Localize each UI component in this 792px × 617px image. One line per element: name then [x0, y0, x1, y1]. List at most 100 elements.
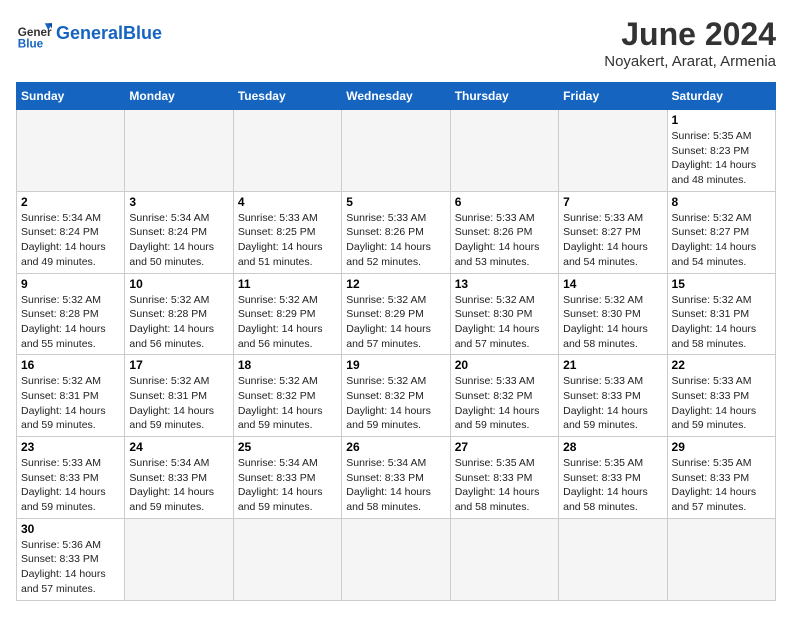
day-cell: 28Sunrise: 5:35 AM Sunset: 8:33 PM Dayli… [559, 437, 667, 519]
day-number: 20 [455, 358, 554, 372]
day-number: 10 [129, 277, 228, 291]
day-number: 16 [21, 358, 120, 372]
day-info: Sunrise: 5:33 AM Sunset: 8:25 PM Dayligh… [238, 211, 337, 270]
day-cell: 5 Sunrise: 5:33 AM Sunset: 8:26 PM Daylig… [342, 191, 450, 273]
day-number: 1 [672, 113, 771, 127]
day-number: 22 [672, 358, 771, 372]
day-cell: 27Sunrise: 5:35 AM Sunset: 8:33 PM Dayli… [450, 437, 558, 519]
calendar-subtitle: Noyakert, Ararat, Armenia [604, 53, 776, 70]
day-number: 11 [238, 277, 337, 291]
day-number: 8 [672, 195, 771, 209]
day-info: Sunrise: 5:32 AM Sunset: 8:31 PM Dayligh… [672, 293, 771, 352]
day-cell [125, 110, 233, 192]
weekday-header-wednesday: Wednesday [342, 83, 450, 110]
day-number: 19 [346, 358, 445, 372]
day-number: 27 [455, 440, 554, 454]
day-cell: 14 Sunrise: 5:32 AM Sunset: 8:30 PM Dayli… [559, 273, 667, 355]
day-info: Sunrise: 5:34 AM Sunset: 8:24 PM Dayligh… [129, 211, 228, 270]
day-info: Sunrise: 5:32 AM Sunset: 8:32 PM Dayligh… [238, 374, 337, 433]
weekday-header-monday: Monday [125, 83, 233, 110]
logo: General Blue GeneralBlue [16, 16, 162, 52]
day-cell: 22Sunrise: 5:33 AM Sunset: 8:33 PM Dayli… [667, 355, 775, 437]
day-cell: 2Sunrise: 5:34 AM Sunset: 8:24 PM Daylig… [17, 191, 125, 273]
day-number: 9 [21, 277, 120, 291]
day-number: 26 [346, 440, 445, 454]
day-info: Sunrise: 5:32 AM Sunset: 8:32 PM Dayligh… [346, 374, 445, 433]
day-number: 24 [129, 440, 228, 454]
calendar-header: SundayMondayTuesdayWednesdayThursdayFrid… [17, 83, 776, 110]
day-cell: 10 Sunrise: 5:32 AM Sunset: 8:28 PM Dayli… [125, 273, 233, 355]
weekday-header-tuesday: Tuesday [233, 83, 341, 110]
day-cell: 24Sunrise: 5:34 AM Sunset: 8:33 PM Dayli… [125, 437, 233, 519]
day-number: 21 [563, 358, 662, 372]
logo-text: GeneralBlue [56, 24, 162, 44]
day-number: 23 [21, 440, 120, 454]
day-info: Sunrise: 5:32 AM Sunset: 8:28 PM Dayligh… [129, 293, 228, 352]
day-info: Sunrise: 5:34 AM Sunset: 8:33 PM Dayligh… [238, 456, 337, 515]
day-cell: 30 Sunrise: 5:36 AM Sunset: 8:33 PM Dayli… [17, 518, 125, 600]
logo-blue: Blue [123, 23, 162, 43]
calendar-body: 1 Sunrise: 5:35 AM Sunset: 8:23 PM Daylig… [17, 110, 776, 601]
day-info: Sunrise: 5:32 AM Sunset: 8:30 PM Dayligh… [563, 293, 662, 352]
day-info: Sunrise: 5:32 AM Sunset: 8:31 PM Dayligh… [21, 374, 120, 433]
day-number: 18 [238, 358, 337, 372]
week-row-4: 23 Sunrise: 5:33 AM Sunset: 8:33 PM Dayli… [17, 437, 776, 519]
day-info: Sunrise: 5:35 AM Sunset: 8:33 PM Dayligh… [563, 456, 662, 515]
day-info: Sunrise: 5:34 AM Sunset: 8:24 PM Dayligh… [21, 211, 120, 270]
day-cell: 18 Sunrise: 5:32 AM Sunset: 8:32 PM Dayli… [233, 355, 341, 437]
svg-text:Blue: Blue [18, 38, 44, 51]
day-info: Sunrise: 5:36 AM Sunset: 8:33 PM Dayligh… [21, 538, 120, 597]
day-cell: 16 Sunrise: 5:32 AM Sunset: 8:31 PM Dayli… [17, 355, 125, 437]
day-cell: 17 Sunrise: 5:32 AM Sunset: 8:31 PM Dayli… [125, 355, 233, 437]
calendar-title: June 2024 [604, 16, 776, 53]
day-cell [125, 518, 233, 600]
day-number: 4 [238, 195, 337, 209]
day-number: 15 [672, 277, 771, 291]
day-cell [233, 518, 341, 600]
day-info: Sunrise: 5:32 AM Sunset: 8:31 PM Dayligh… [129, 374, 228, 433]
day-cell: 26 Sunrise: 5:34 AM Sunset: 8:33 PM Dayli… [342, 437, 450, 519]
title-section: June 2024 Noyakert, Ararat, Armenia [604, 16, 776, 70]
day-cell: 11 Sunrise: 5:32 AM Sunset: 8:29 PM Dayli… [233, 273, 341, 355]
day-number: 30 [21, 522, 120, 536]
day-number: 5 [346, 195, 445, 209]
day-cell [667, 518, 775, 600]
day-info: Sunrise: 5:33 AM Sunset: 8:32 PM Dayligh… [455, 374, 554, 433]
day-info: Sunrise: 5:33 AM Sunset: 8:33 PM Dayligh… [21, 456, 120, 515]
day-info: Sunrise: 5:33 AM Sunset: 8:26 PM Dayligh… [346, 211, 445, 270]
calendar-table: SundayMondayTuesdayWednesdayThursdayFrid… [16, 82, 776, 601]
day-number: 13 [455, 277, 554, 291]
weekday-header-friday: Friday [559, 83, 667, 110]
day-cell: 1 Sunrise: 5:35 AM Sunset: 8:23 PM Daylig… [667, 110, 775, 192]
weekday-row: SundayMondayTuesdayWednesdayThursdayFrid… [17, 83, 776, 110]
day-info: Sunrise: 5:35 AM Sunset: 8:23 PM Dayligh… [672, 129, 771, 188]
day-info: Sunrise: 5:32 AM Sunset: 8:29 PM Dayligh… [346, 293, 445, 352]
day-cell [450, 518, 558, 600]
day-cell [233, 110, 341, 192]
day-cell: 29Sunrise: 5:35 AM Sunset: 8:33 PM Dayli… [667, 437, 775, 519]
page-header: General Blue GeneralBlue June 2024 Noyak… [16, 16, 776, 70]
day-cell: 8Sunrise: 5:32 AM Sunset: 8:27 PM Daylig… [667, 191, 775, 273]
day-number: 3 [129, 195, 228, 209]
weekday-header-saturday: Saturday [667, 83, 775, 110]
day-cell [559, 518, 667, 600]
week-row-1: 2Sunrise: 5:34 AM Sunset: 8:24 PM Daylig… [17, 191, 776, 273]
day-cell [17, 110, 125, 192]
week-row-3: 16 Sunrise: 5:32 AM Sunset: 8:31 PM Dayli… [17, 355, 776, 437]
day-cell: 23 Sunrise: 5:33 AM Sunset: 8:33 PM Dayli… [17, 437, 125, 519]
day-cell [342, 110, 450, 192]
day-cell: 13Sunrise: 5:32 AM Sunset: 8:30 PM Dayli… [450, 273, 558, 355]
day-number: 14 [563, 277, 662, 291]
day-cell: 20 Sunrise: 5:33 AM Sunset: 8:32 PM Dayli… [450, 355, 558, 437]
day-number: 29 [672, 440, 771, 454]
weekday-header-sunday: Sunday [17, 83, 125, 110]
day-cell: 6Sunrise: 5:33 AM Sunset: 8:26 PM Daylig… [450, 191, 558, 273]
day-info: Sunrise: 5:34 AM Sunset: 8:33 PM Dayligh… [346, 456, 445, 515]
day-number: 17 [129, 358, 228, 372]
day-info: Sunrise: 5:32 AM Sunset: 8:29 PM Dayligh… [238, 293, 337, 352]
weekday-header-thursday: Thursday [450, 83, 558, 110]
day-cell: 15 Sunrise: 5:32 AM Sunset: 8:31 PM Dayli… [667, 273, 775, 355]
day-number: 7 [563, 195, 662, 209]
day-cell [342, 518, 450, 600]
day-number: 6 [455, 195, 554, 209]
